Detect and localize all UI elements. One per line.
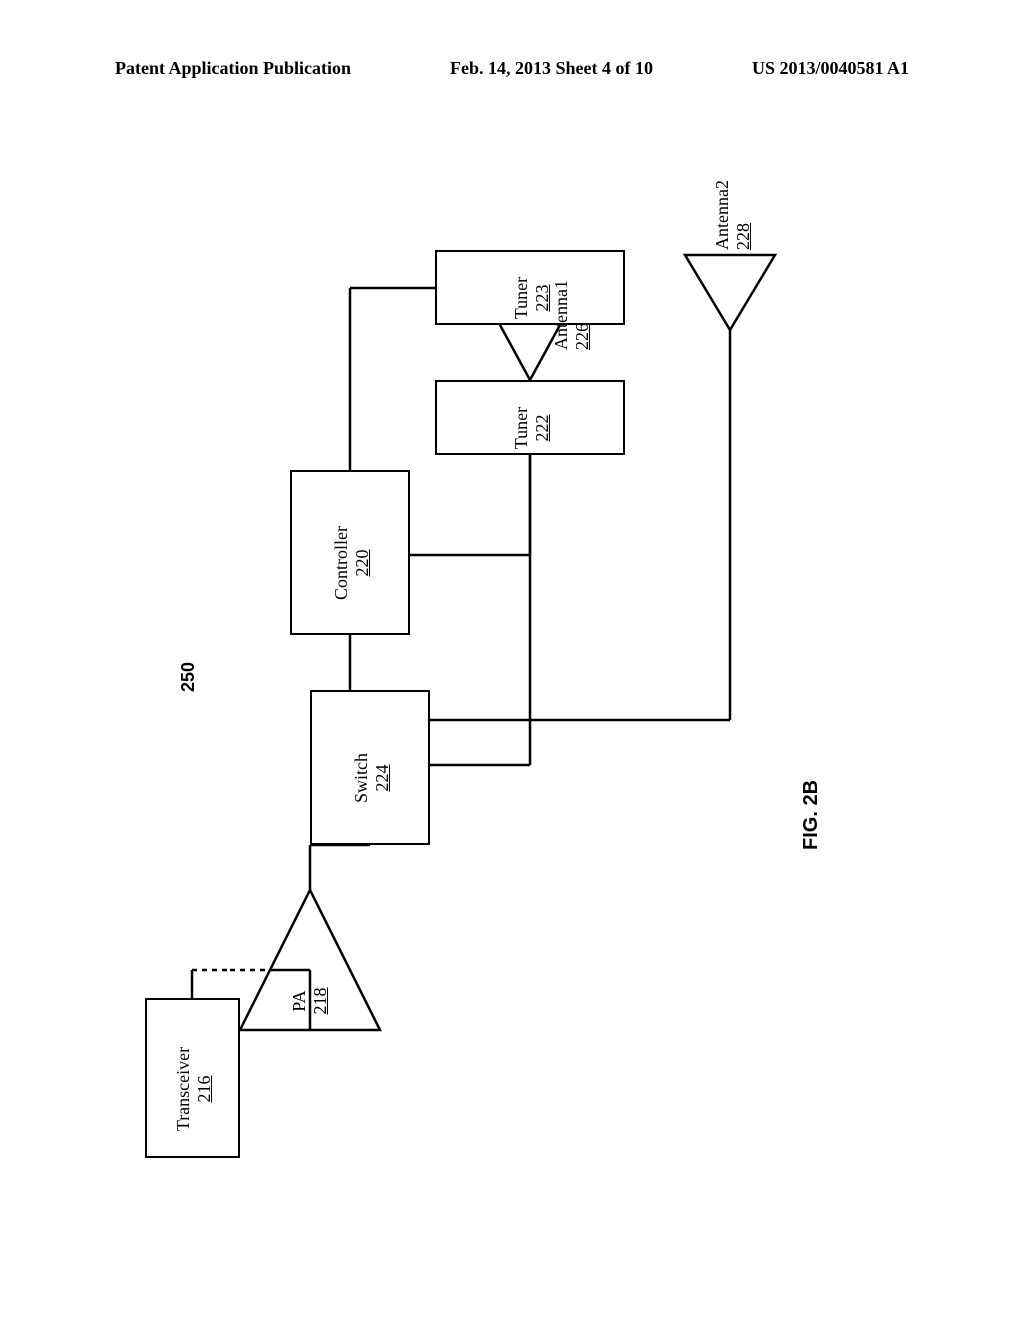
diagram: 250 Transceiver 216 PA 218 Switch 224 Co…	[100, 160, 924, 1210]
header-right: US 2013/0040581 A1	[752, 58, 909, 79]
header-left: Patent Application Publication	[115, 58, 351, 79]
figure-label: FIG. 2B	[800, 780, 823, 850]
connector-lines	[100, 160, 924, 1210]
page-header: Patent Application Publication Feb. 14, …	[0, 58, 1024, 79]
header-center: Feb. 14, 2013 Sheet 4 of 10	[450, 58, 653, 79]
